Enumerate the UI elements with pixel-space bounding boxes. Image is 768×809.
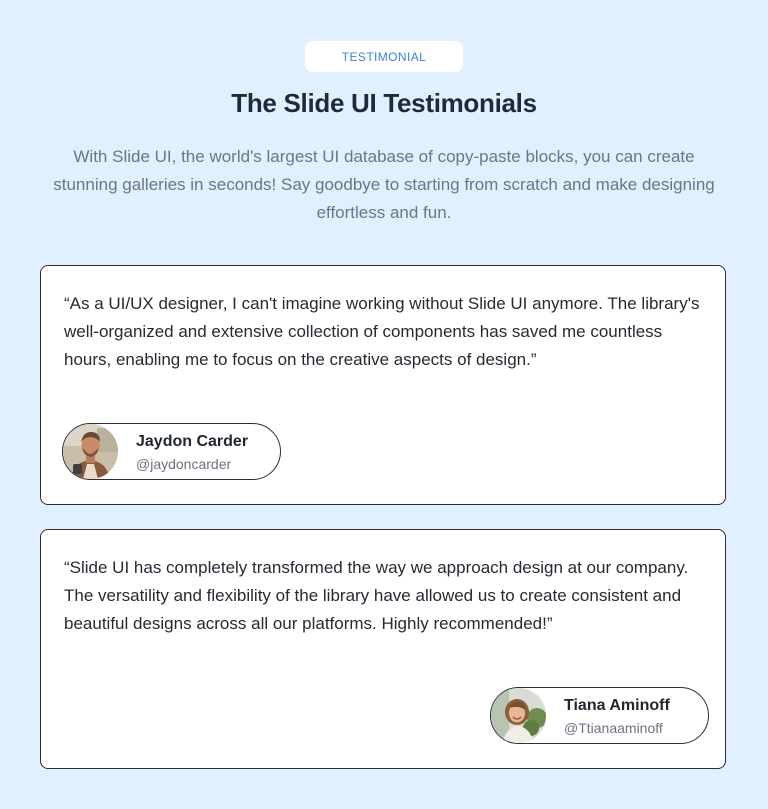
woman-avatar-icon	[491, 688, 546, 743]
testimonial-card: “As a UI/UX designer, I can't imagine wo…	[40, 265, 726, 505]
testimonial-quote: “Slide UI has completely transformed the…	[64, 558, 689, 633]
author-name: Jaydon Carder	[136, 433, 249, 450]
page-title: The Slide UI Testimonials	[231, 88, 537, 118]
author-handle: @jaydoncarder	[136, 456, 232, 472]
page-subtitle: With Slide UI, the world's largest UI da…	[53, 147, 715, 222]
testimonial-card: “Slide UI has completely transformed the…	[40, 529, 726, 769]
section-badge: TESTIMONIAL	[305, 41, 463, 72]
man-avatar-icon	[63, 424, 118, 479]
author-chip[interactable]: Jaydon Carder @jaydoncarder	[62, 423, 281, 480]
author-handle: @Ttianaaminoff	[564, 720, 663, 736]
author-name: Tiana Aminoff	[564, 697, 670, 714]
testimonial-quote: “As a UI/UX designer, I can't imagine wo…	[64, 294, 700, 369]
author-chip[interactable]: Tiana Aminoff @Ttianaaminoff	[490, 687, 709, 744]
